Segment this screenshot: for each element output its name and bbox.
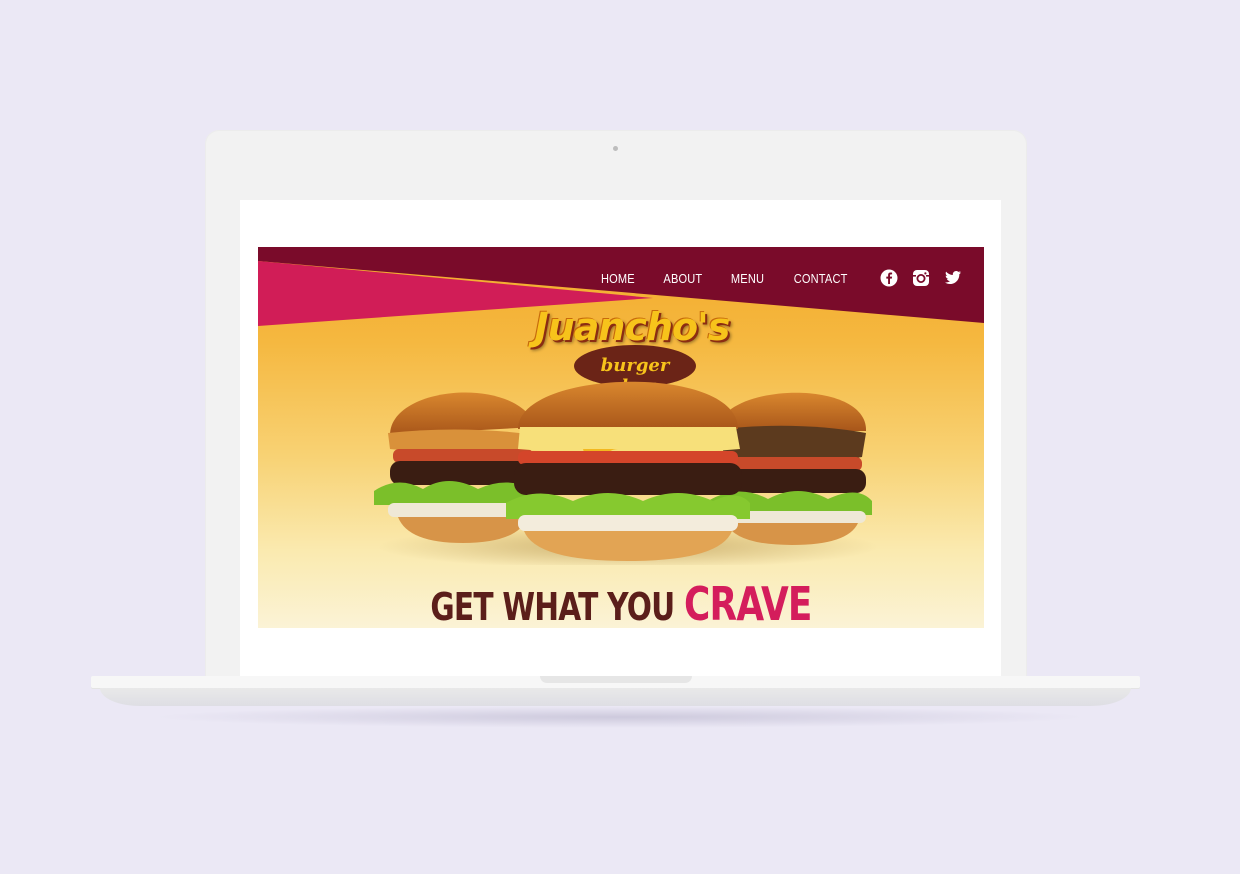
facebook-icon[interactable] xyxy=(880,269,898,287)
laptop-base-edge xyxy=(100,688,1131,706)
main-nav: HOME ABOUT MENU CONTACT xyxy=(576,269,962,287)
laptop-shadow xyxy=(150,706,1090,728)
nav-about[interactable]: ABOUT xyxy=(663,271,702,286)
camera-dot xyxy=(613,146,618,151)
social-links xyxy=(866,269,962,287)
logo-title: Juancho's xyxy=(534,305,731,349)
nav-contact[interactable]: CONTACT xyxy=(793,271,847,286)
hero-banner: HOME ABOUT MENU CONTACT Juancho's burger… xyxy=(258,247,984,628)
burgers-image xyxy=(374,381,878,565)
nav-home[interactable]: HOME xyxy=(601,271,635,286)
instagram-icon[interactable] xyxy=(912,269,930,287)
laptop-notch xyxy=(540,676,692,683)
tagline-lead: GET WHAT YOU xyxy=(430,585,675,628)
nav-menu[interactable]: MENU xyxy=(731,271,764,286)
tagline-accent: CRAVE xyxy=(683,577,812,628)
twitter-icon[interactable] xyxy=(944,269,962,287)
hero-tagline: GET WHAT YOU CRAVE xyxy=(338,577,904,628)
